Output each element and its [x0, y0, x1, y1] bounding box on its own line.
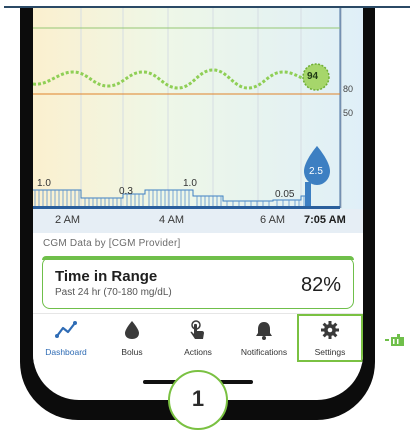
tab-settings[interactable]: Settings: [297, 314, 363, 362]
y-label-80: 80: [343, 84, 354, 94]
tab-settings-label: Settings: [314, 347, 346, 357]
time-axis: 2 AM 4 AM 6 AM 7:05 AM: [33, 209, 363, 233]
tir-title: Time in Range: [55, 268, 158, 285]
tir-subtitle: Past 24 hr (70-180 mg/dL): [55, 287, 172, 298]
drop-icon: [125, 321, 139, 339]
basal-label-4: 0.05: [275, 189, 295, 200]
bottom-tab-bar: Dashboard Bolus Actions Notifications Se…: [33, 313, 363, 364]
time-in-range-card[interactable]: Time in Range Past 24 hr (70-180 mg/dL) …: [42, 256, 354, 309]
tap-hand-icon: [190, 320, 204, 339]
phone-screen: 94 80 50 1.0 0.3 1.0 0.05 2.5 2 AM 4 AM …: [33, 8, 363, 400]
tab-dashboard-label: Dashboard: [45, 347, 87, 357]
y-label-50: 50: [343, 108, 354, 118]
tir-accent-bar: [42, 256, 354, 260]
time-label-4am: 4 AM: [159, 214, 185, 226]
tab-actions-label: Actions: [184, 347, 212, 357]
tab-actions[interactable]: Actions: [165, 314, 231, 362]
bolus-value: 2.5: [309, 166, 323, 177]
cgm-provider-label: CGM Data by [CGM Provider]: [43, 238, 181, 249]
glucose-insulin-chart: 94 80 50 1.0 0.3 1.0 0.05 2.5: [33, 8, 363, 230]
tap-gesture-icon: [385, 334, 404, 346]
basal-steps: [33, 189, 308, 206]
glucose-trace: [33, 68, 312, 90]
bell-icon: [256, 322, 272, 340]
gear-icon: [321, 321, 339, 339]
step-number: 1: [191, 386, 205, 411]
dashboard-icon: [55, 321, 77, 338]
basal-label-3: 1.0: [183, 178, 197, 189]
tir-value: 82%: [300, 274, 341, 296]
current-glucose-value: 94: [307, 71, 319, 82]
step-number-badge: 1: [168, 370, 228, 430]
time-label-6am: 6 AM: [260, 214, 286, 226]
tab-bolus-label: Bolus: [121, 347, 143, 357]
time-label-now: 7:05 AM: [304, 214, 346, 226]
tab-notifications-label: Notifications: [240, 347, 288, 357]
tab-notifications[interactable]: Notifications: [231, 314, 297, 362]
tab-dashboard[interactable]: Dashboard: [33, 314, 99, 362]
time-label-2am: 2 AM: [55, 214, 81, 226]
basal-label-1: 1.0: [37, 178, 51, 189]
basal-label-2: 0.3: [119, 186, 133, 197]
chart-svg: [33, 8, 342, 210]
tab-bolus[interactable]: Bolus: [99, 314, 165, 362]
